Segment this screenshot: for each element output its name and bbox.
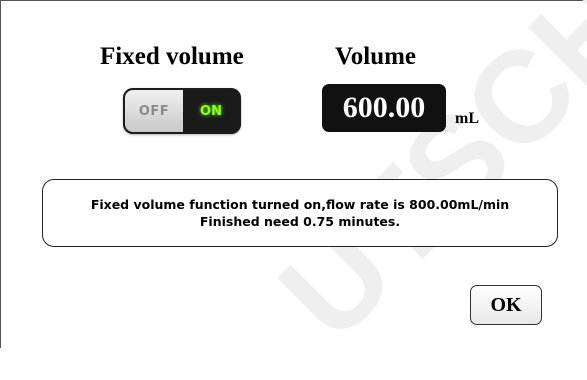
toggle-off-label: OFF xyxy=(125,90,183,132)
message-line-1: Fixed volume function turned on,flow rat… xyxy=(90,197,510,212)
fixed-volume-toggle[interactable]: OFF ON xyxy=(123,88,241,134)
volume-unit: mL xyxy=(455,110,479,127)
volume-label: Volume xyxy=(335,43,417,70)
info-message-box: Fixed volume function turned on,flow rat… xyxy=(42,179,558,247)
message-line-2: Finished need 0.75 minutes. xyxy=(199,214,401,229)
volume-value-field[interactable]: 600.00 xyxy=(322,84,446,132)
toggle-on-label: ON xyxy=(183,90,239,132)
ok-button[interactable]: OK xyxy=(470,285,542,325)
fixed-volume-label: Fixed volume xyxy=(100,43,244,70)
